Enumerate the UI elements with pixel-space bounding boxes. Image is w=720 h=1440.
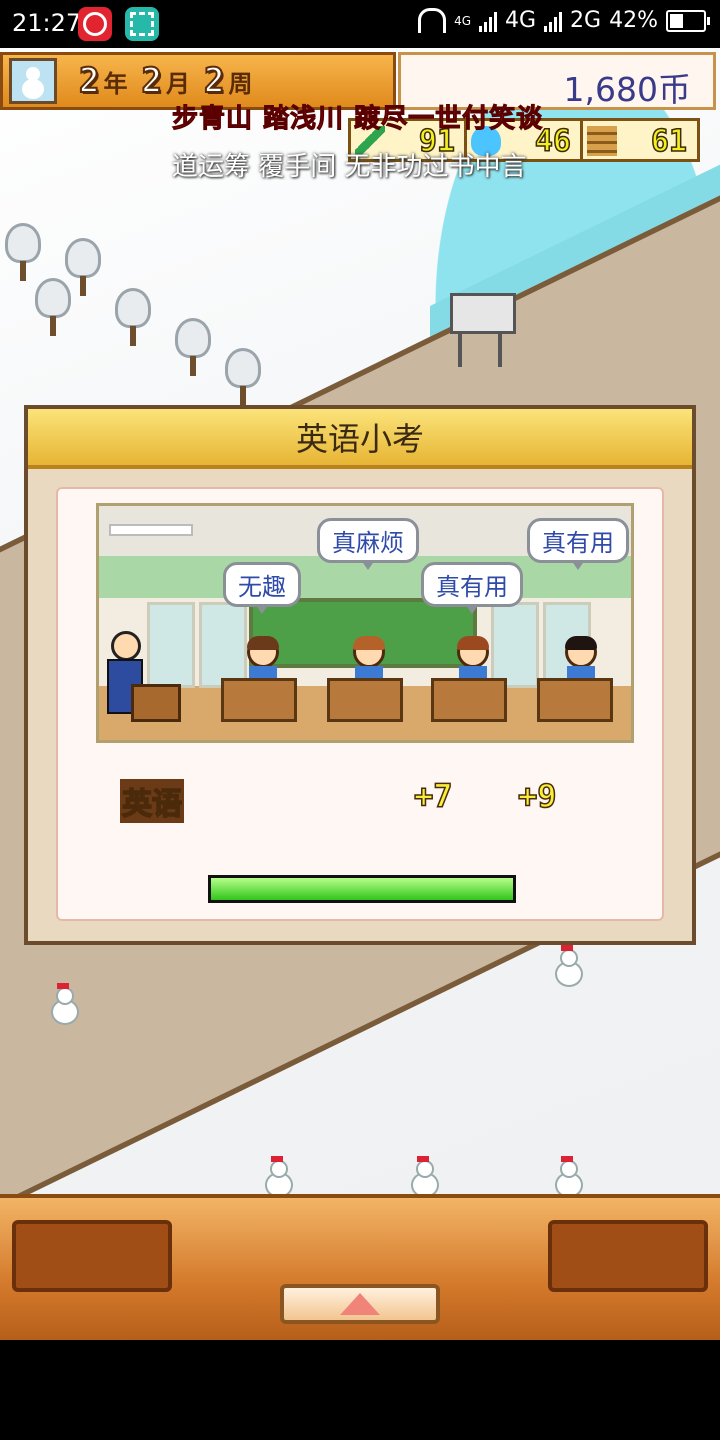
dialog-content: 无趣 真麻烦 真有用 真有用 英语 +7 +9 [56,487,664,921]
snowy-tree [110,288,156,348]
speech-bubble: 真有用 [421,562,523,614]
stat-building: 61 [580,118,700,162]
lyric-line-1: 步青山 踏浅川 踱尽一世付笑谈 [171,104,544,135]
right-menu-button[interactable] [548,1220,708,1292]
year-number: 2 [78,60,101,102]
network-type: 4G [454,13,471,28]
headphone-icon [418,8,447,33]
speech-bubble: 真有用 [527,518,629,570]
water-tower [450,293,516,368]
window [199,602,247,688]
game-date: 2 年 2 月 2 周 [78,60,262,102]
student-sprite [349,636,389,682]
snowman [552,945,583,987]
year-unit: 年 [103,70,128,98]
exam-progress-bar [208,875,516,903]
window [147,602,195,688]
snowman [408,1156,439,1198]
week-unit: 周 [228,70,253,98]
student-desk [431,678,507,722]
snowy-tree [0,223,46,283]
clock: 21:27 [12,9,82,37]
snowman [262,1156,293,1198]
month-unit: 月 [165,70,190,98]
ceiling-light [109,524,193,536]
subject-label: 英语 [120,779,184,823]
signal-icon-2 [544,10,563,32]
snowman [48,983,79,1025]
battery-icon [666,9,710,32]
classroom-scene: 无趣 真麻烦 真有用 真有用 [96,503,634,743]
expand-menu-button[interactable] [280,1284,440,1324]
netease-music-icon [78,7,112,41]
student-desk [537,678,613,722]
dialog-title: 英语小考 [28,409,692,469]
status-bar: 21:27 4G 4G 2G 42% [0,0,720,48]
student-sprite [243,636,283,682]
month-number: 2 [140,60,163,102]
score-gain-2: +9 [517,776,557,816]
up-arrow-icon [340,1293,380,1315]
snowy-tree [30,278,76,338]
speech-bubble: 真麻烦 [317,518,419,570]
student-sprite [561,636,601,682]
left-menu-button[interactable] [12,1220,172,1292]
week-number: 2 [203,60,226,102]
exam-dialog[interactable]: 英语小考 无趣 真麻烦 真有用 真有用 英语 +7 +9 [24,405,696,945]
student-desk [327,678,403,722]
snowy-tree [170,318,216,378]
scanner-icon [125,7,159,41]
score-gain-1: +7 [413,776,453,816]
status-indicators: 4G 4G 2G 42% [418,8,710,33]
building-icon [587,126,617,156]
bottom-toolbar [0,1194,720,1340]
snowy-tree [220,348,266,408]
student-desk [221,678,297,722]
battery-percent: 42% [609,8,658,33]
speech-bubble: 无趣 [223,562,301,614]
lyric-line-2: 道运筹 覆手间 无非功过书中言 [172,152,527,182]
snowman-icon[interactable] [9,58,57,104]
progress-fill [211,878,513,900]
navigation-area [0,1340,720,1440]
signal-icon [479,10,497,32]
money-value: 1,680币 [563,70,691,109]
snowman [552,1156,583,1198]
teacher-podium [131,684,181,722]
signal-label-2: 2G [570,8,602,33]
student-sprite [453,636,493,682]
window [491,602,539,688]
signal-label-1: 4G [505,8,537,33]
